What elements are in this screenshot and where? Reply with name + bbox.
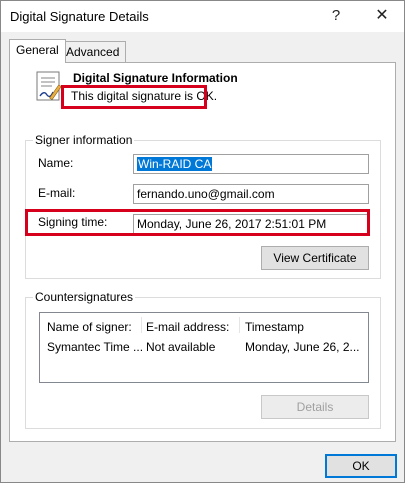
name-value: Win-RAID CA bbox=[137, 157, 213, 171]
name-field[interactable]: Win-RAID CA bbox=[133, 154, 369, 174]
row-signer-name[interactable]: Symantec Time ... bbox=[47, 340, 147, 354]
tab-advanced[interactable]: Advanced bbox=[59, 41, 127, 63]
details-button[interactable]: Details bbox=[261, 395, 369, 419]
email-field[interactable]: fernando.uno@gmail.com bbox=[133, 184, 369, 204]
column-divider[interactable] bbox=[239, 317, 240, 333]
email-label: E-mail: bbox=[38, 186, 76, 200]
ok-button[interactable]: OK bbox=[325, 454, 397, 478]
column-header-timestamp[interactable]: Timestamp bbox=[245, 320, 365, 334]
highlight-box-signing-time bbox=[25, 209, 370, 236]
name-label: Name: bbox=[38, 156, 74, 170]
countersignatures-list[interactable]: Name of signer: E-mail address: Timestam… bbox=[39, 312, 369, 383]
signer-info-label: Signer information bbox=[33, 133, 135, 147]
signature-info-title: Digital Signature Information bbox=[73, 71, 238, 85]
tab-general[interactable]: General bbox=[9, 39, 66, 63]
view-certificate-button[interactable]: View Certificate bbox=[261, 246, 369, 270]
close-icon[interactable]: ✕ bbox=[367, 5, 397, 27]
highlight-box-status bbox=[61, 85, 207, 109]
help-icon[interactable]: ? bbox=[321, 5, 351, 27]
column-divider[interactable] bbox=[141, 317, 142, 333]
certificate-icon bbox=[36, 71, 62, 101]
column-header-email[interactable]: E-mail address: bbox=[146, 320, 242, 334]
row-email[interactable]: Not available bbox=[146, 340, 242, 354]
countersignatures-label: Countersignatures bbox=[33, 290, 136, 304]
title-bar: Digital Signature Details ? ✕ bbox=[1, 1, 404, 32]
window-title: Digital Signature Details bbox=[10, 9, 149, 24]
dialog-window: Digital Signature Details ? ✕ General Ad… bbox=[0, 0, 405, 483]
column-header-signer[interactable]: Name of signer: bbox=[47, 320, 147, 334]
row-timestamp[interactable]: Monday, June 26, 2... bbox=[245, 340, 365, 354]
